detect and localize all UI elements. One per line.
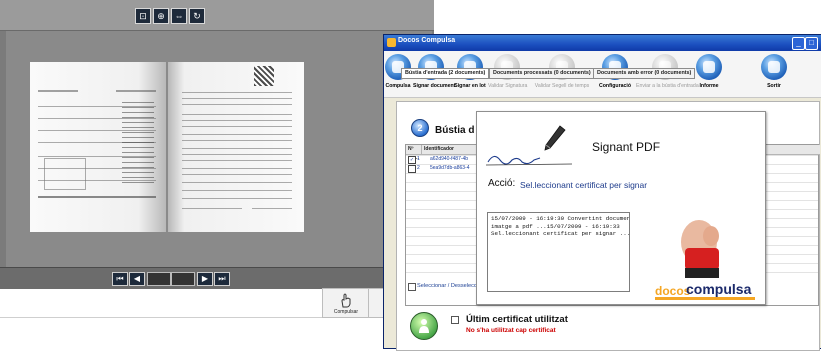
tab-processed[interactable]: Documents processats (0 documents) [489, 68, 595, 79]
prev-page-icon[interactable]: ◀ [129, 272, 145, 286]
select-all-label[interactable]: Seleccionar / Desselecc [417, 283, 477, 289]
first-page-icon[interactable]: ⏮ [112, 272, 128, 286]
tab-inbox[interactable]: Bústia d'entrada (2 documents) [401, 68, 490, 79]
progress-log: 15/07/2009 - 16:19:30 Convertint documen… [487, 212, 630, 292]
inbox-icon: 2 [411, 119, 429, 137]
fit-width-icon[interactable]: ⇔ [171, 8, 187, 24]
toolbar-label: Validar Segell de temps [534, 83, 590, 89]
row-checkbox[interactable] [408, 165, 416, 173]
row-identifier: a62d940-f487-4b [430, 156, 469, 162]
window-title: Docos Compulsa [398, 37, 456, 44]
document-viewer: ⊡ ⊕ ⇔ ↻ ⏮ ◀ ▶ ⏭ [0, 0, 434, 318]
app-icon [387, 38, 396, 47]
next-page-icon[interactable]: ▶ [197, 272, 213, 286]
page-count-field [171, 272, 195, 286]
toolbar-label: Signar en lot [454, 83, 486, 89]
row-number: 2 [417, 165, 420, 171]
logo-compulsa: compulsa [686, 281, 752, 297]
row-identifier: 5ea9d7db-a863-4 [430, 165, 470, 171]
title-bar: Docos Compulsa _ □ [384, 35, 821, 51]
toolbar-label: Validar Signatura [488, 83, 528, 89]
page-number-field[interactable] [147, 272, 171, 286]
row-checkbox[interactable]: ✓ [408, 156, 416, 164]
tab-errors[interactable]: Documents amb error (0 documents) [593, 68, 696, 79]
stamp-icon [681, 220, 719, 278]
last-page-icon[interactable]: ⏭ [214, 272, 230, 286]
zoom-in-icon[interactable]: ⊕ [153, 8, 169, 24]
minimize-icon[interactable]: _ [792, 37, 805, 50]
signature-scribble-icon [485, 155, 573, 166]
toolbar-label: Sortir [767, 83, 781, 89]
viewer-toolbar: ⊡ ⊕ ⇔ ↻ [0, 0, 434, 31]
action-value: Sel.leccionant certificat per signar [520, 180, 648, 190]
maximize-icon[interactable]: □ [805, 37, 818, 50]
rotate-icon[interactable]: ↻ [189, 8, 205, 24]
select-all-checkbox[interactable] [408, 283, 416, 291]
certificate-icon [410, 312, 438, 340]
table-row[interactable]: 2 5ea9d7db-a863-4 [406, 164, 486, 173]
toolbar-label: Informe [699, 83, 719, 89]
compulsar-button[interactable]: Compulsar [322, 288, 370, 318]
inbox-title: Bústia d [435, 125, 475, 136]
toolbar-label: Configuració [599, 83, 631, 89]
right-page [168, 62, 304, 232]
zoom-page-icon[interactable]: ⊡ [135, 8, 151, 24]
toolbar-button-9[interactable]: Sortir [760, 52, 788, 94]
hand-icon [341, 293, 351, 308]
logo-underline [655, 297, 755, 300]
column-header-num[interactable]: Nº Do... [406, 145, 422, 161]
cert-subtitle: No s'ha utilitzat cap certificat [466, 327, 556, 334]
cert-title: Últim certificat utilitzat [466, 314, 568, 325]
scanned-document-image [30, 62, 304, 232]
table-row[interactable]: ✓ 1 a62d940-f487-4b [406, 155, 486, 164]
dialog-title: Signant PDF [592, 140, 661, 154]
toolbar-button-8[interactable]: Informe [694, 52, 724, 94]
toolbar-label: Compulsa [385, 83, 411, 89]
toolbar-label: Enviar a la bústia d'entrada [636, 83, 699, 89]
cert-checkbox[interactable] [451, 316, 459, 324]
viewer-canvas [6, 31, 432, 267]
person-icon [419, 319, 429, 333]
exit-icon [761, 54, 787, 80]
compulsar-label: Compulsar [333, 309, 359, 315]
report-icon [696, 54, 722, 80]
left-page [30, 62, 166, 232]
row-number: 1 [417, 156, 420, 162]
action-label: Acció: [488, 178, 516, 189]
toolbar-label: Signar document [413, 83, 456, 89]
